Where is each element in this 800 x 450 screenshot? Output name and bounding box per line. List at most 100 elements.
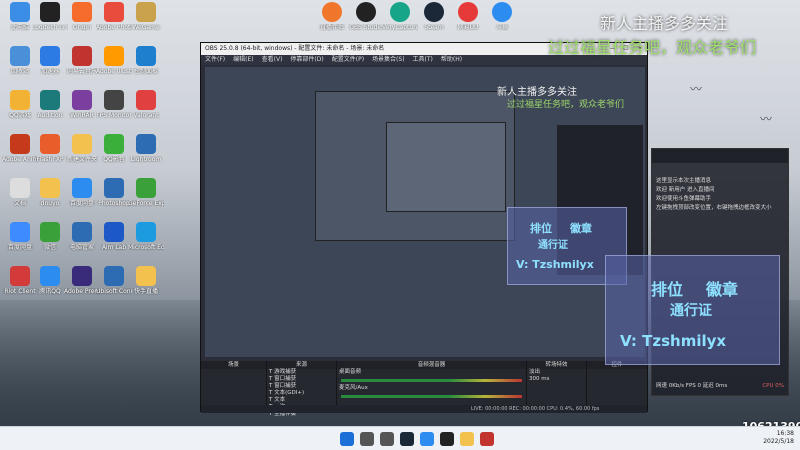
taskbar-app-icon[interactable]	[380, 432, 394, 446]
app-icon	[72, 222, 92, 242]
obs-menu-item[interactable]: 编辑(E)	[233, 56, 253, 63]
app-icon	[424, 2, 444, 22]
desktop-icon[interactable]: 斗鱼	[484, 2, 520, 31]
obs-menu-item[interactable]: 场景集合(S)	[372, 56, 405, 63]
obs-preview[interactable]: 新人主播多多关注 过过福星任务吧，观众老爷们 排位 徽章 通行证 V: Tzsh…	[205, 67, 645, 357]
chat-message: 欢迎 新用户 进入直播间	[656, 187, 715, 193]
pass-id: V: Tzshmilyx	[620, 332, 727, 350]
taskbar-app-icon[interactable]	[420, 432, 434, 446]
source-item[interactable]: T 文本(GDI+)	[267, 390, 336, 397]
app-icon	[136, 90, 156, 110]
taskbar-app-icon[interactable]	[440, 432, 454, 446]
app-icon	[72, 46, 92, 66]
desktop-icon[interactable]: 加速器	[32, 46, 68, 75]
desktop-icon[interactable]: VeryCapture	[382, 2, 418, 31]
sources-dock[interactable]: 来源 T 游戏捕获T 窗口捕获T 窗口捕获T 文本(GDI+)T 文本T 一次T…	[267, 361, 337, 417]
desktop-icon[interactable]: WeGame	[128, 2, 164, 31]
source-item[interactable]: T 窗口捕获	[267, 376, 336, 383]
desktop-icon[interactable]: Adobe Photoshop	[96, 2, 132, 31]
overlay-title: 新人主播多多关注	[600, 14, 729, 33]
desktop-icon-label: dnuyo	[40, 200, 60, 207]
desktop-icon[interactable]: FlashFXP	[32, 134, 68, 163]
chat-header	[652, 149, 788, 163]
pass-line2: 徽章	[706, 280, 739, 299]
desktop-icon[interactable]: Adobe Illustrator	[96, 46, 132, 75]
desktop-icon[interactable]: 百度网盘	[64, 178, 100, 207]
pass-line1: 排位	[651, 280, 684, 299]
desktop-icon[interactable]: Valorant	[128, 90, 164, 119]
desktop-icon[interactable]: WinRAR	[64, 90, 100, 119]
desktop-icon[interactable]: FPS Monitor	[96, 90, 132, 119]
app-icon	[104, 46, 124, 66]
desktop-icon-label: 直播伴侣	[319, 24, 344, 31]
desktop-icon-label: 腾讯QQ	[39, 288, 61, 295]
mixer-track-name: 麦克风/Aux	[339, 385, 368, 391]
desktop-icon-label: GeForce Experience	[128, 200, 164, 207]
desktop-icon[interactable]: 电脑管家	[64, 222, 100, 251]
taskbar-app-icon[interactable]	[360, 432, 374, 446]
desktop-icon-label: OBS Studio	[349, 24, 383, 31]
taskbar-app-icon[interactable]	[340, 432, 354, 446]
scenes-dock[interactable]: 场景	[201, 361, 267, 411]
desktop-icon[interactable]: 腾讯QQ	[32, 266, 68, 295]
system-tray-clock[interactable]: 16:38 2022/5/18	[763, 430, 794, 446]
desktop-icon[interactable]: Photoshop	[96, 178, 132, 207]
desktop-icon[interactable]: Adobe Premiere	[64, 266, 100, 295]
desktop-icon[interactable]: 网易云音乐	[64, 46, 100, 75]
chat-lines: 这里显示本次主播消息 欢迎 新用户 进入直播间 欢迎使用斗鱼弹幕助手 左键拖拽顶部改变…	[652, 177, 788, 213]
chat-footer: 网速 0Kb/s FPS 0 延迟 0ms	[656, 383, 728, 389]
desktop-icon-label: 网易UU	[457, 24, 479, 31]
app-icon	[136, 222, 156, 242]
obs-menu-item[interactable]: 配置文件(P)	[332, 56, 364, 63]
obs-menu-item[interactable]: 停靠部件(D)	[290, 56, 323, 63]
desktop-icon[interactable]: OBS Studio	[348, 2, 384, 31]
desktop-icon[interactable]: Audition	[32, 90, 68, 119]
desktop-icon-label: Logitech G HUB	[32, 24, 68, 31]
app-icon	[40, 178, 60, 198]
obs-menu-item[interactable]: 帮助(H)	[441, 56, 462, 63]
app-icon	[10, 2, 30, 22]
desktop-icon[interactable]: 快手直播	[128, 266, 164, 295]
mixer-dock[interactable]: 音频混音器 桌面音频 麦克风/Aux	[337, 361, 527, 411]
app-icon	[10, 134, 30, 154]
desktop-icon[interactable]: Ubisoft Connect	[96, 266, 132, 295]
taskbar-app-icon[interactable]	[460, 432, 474, 446]
desktop-icon[interactable]: QQ影音	[96, 134, 132, 163]
desktop-icon-label: 控制面板	[133, 68, 158, 75]
source-item[interactable]: T 游戏捕获	[267, 369, 336, 376]
desktop-icon[interactable]: 控制面板	[128, 46, 164, 75]
transition-duration[interactable]: 300 ms	[527, 376, 586, 383]
transition-type[interactable]: 淡出	[527, 369, 586, 376]
bird-icon: 〰	[690, 82, 703, 96]
obs-menu-item[interactable]: 工具(T)	[413, 56, 433, 63]
desktop-icon[interactable]: Steam	[416, 2, 452, 31]
app-icon	[136, 2, 156, 22]
taskbar-app-icon[interactable]	[400, 432, 414, 446]
desktop-icon[interactable]: Aim Lab	[96, 222, 132, 251]
transitions-dock[interactable]: 转场特效 淡出 300 ms	[527, 361, 587, 411]
chat-cpu: CPU 0%	[762, 383, 784, 389]
chat-message: 这里显示本次主播消息	[656, 178, 712, 184]
desktop-icon[interactable]: Microsoft Edge	[128, 222, 164, 251]
desktop-icon-label: Steam	[424, 24, 444, 31]
desktop-icon[interactable]: GeForce Experience	[128, 178, 164, 207]
chat-message: 左键拖拽顶部改变位置，右键拖拽边框改变大小	[656, 205, 772, 211]
controls-dock[interactable]: 控件	[587, 361, 647, 411]
obs-menu-item[interactable]: 查看(V)	[262, 56, 283, 63]
desktop-icon[interactable]: 网易UU	[450, 2, 486, 31]
desktop-icon[interactable]: Origin	[64, 2, 100, 31]
obs-menu-item[interactable]: 文件(F)	[205, 56, 225, 63]
desktop-icon[interactable]: Lightroom	[128, 134, 164, 163]
desktop-icon[interactable]: 新建文件夹	[64, 134, 100, 163]
desktop-icon[interactable]: Logitech G HUB	[32, 2, 68, 31]
taskbar-app-icon[interactable]	[480, 432, 494, 446]
source-item[interactable]: T 窗口捕获	[267, 383, 336, 390]
obs-window[interactable]: OBS 25.0.8 (64-bit, windows) - 配置文件: 未命名…	[200, 42, 648, 417]
desktop-icon[interactable]: 微信	[32, 222, 68, 251]
desktop-icon[interactable]: 直播伴侣	[314, 2, 350, 31]
source-item[interactable]: T 文本	[267, 397, 336, 404]
desktop-icon-label: VeryCapture	[382, 24, 418, 31]
desktop-icon[interactable]: dnuyo	[32, 178, 68, 207]
nested-preview	[315, 91, 515, 241]
app-icon	[40, 222, 60, 242]
